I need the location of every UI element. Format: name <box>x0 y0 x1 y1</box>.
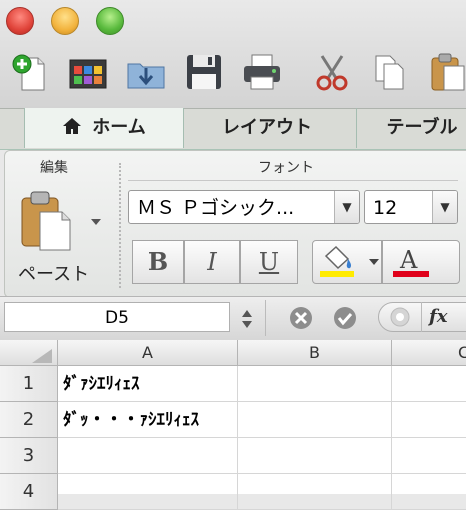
paint-bucket-icon <box>320 245 354 277</box>
font-name-select[interactable]: ＭＳ Ｐゴシック... ▼ <box>128 190 360 224</box>
tab-layout[interactable]: レイアウト <box>196 108 338 148</box>
italic-label: I <box>207 248 217 276</box>
fx-icon[interactable]: fx <box>429 303 447 331</box>
fill-color-button[interactable] <box>312 240 382 284</box>
cell-b1[interactable] <box>238 366 392 402</box>
paste-clipboard-icon[interactable] <box>428 52 466 92</box>
group-divider <box>119 163 121 288</box>
close-window-button[interactable] <box>6 7 34 35</box>
cancel-formula-icon[interactable] <box>288 305 314 331</box>
font-group-label: フォント <box>258 160 314 176</box>
cell-b2[interactable] <box>238 402 392 438</box>
row-header[interactable]: 4 <box>0 474 58 510</box>
cut-scissors-icon[interactable] <box>312 52 352 92</box>
fx-divider <box>421 302 422 332</box>
font-group-rule <box>128 180 458 181</box>
cell-a1[interactable]: ﾀﾞｧｼｴﾘｨｪｽ <box>58 366 238 402</box>
bold-button[interactable]: B <box>132 240 184 284</box>
chevron-down-icon[interactable] <box>90 218 102 226</box>
tab-table[interactable]: テーブル <box>356 108 466 148</box>
name-box-value: D5 <box>105 308 129 328</box>
cell-a2[interactable]: ﾀﾞｯ・・・ｧｼｴﾘｨｪｽ <box>58 402 238 438</box>
new-workbook-icon[interactable] <box>10 52 50 92</box>
edit-group-label: 編集 <box>40 160 68 176</box>
open-folder-icon[interactable] <box>126 52 166 92</box>
paste-clipboard-icon <box>21 191 71 251</box>
tab-table-label: テーブル <box>386 117 458 138</box>
templates-gallery-icon[interactable] <box>68 52 108 92</box>
save-disk-icon[interactable] <box>184 52 224 92</box>
paste-button[interactable]: ペースト <box>18 190 110 286</box>
zoom-window-button[interactable] <box>96 7 124 35</box>
font-name-value: ＭＳ Ｐゴシック... <box>137 197 295 219</box>
formula-builder-icon <box>390 307 410 327</box>
chevron-down-icon: ▼ <box>432 191 457 223</box>
font-color-button[interactable]: A <box>382 240 460 284</box>
name-box-stepper-icon[interactable] <box>240 308 254 330</box>
chevron-down-icon: ▼ <box>334 191 359 223</box>
print-icon[interactable] <box>242 52 282 92</box>
formula-toggle[interactable]: fx <box>378 302 466 332</box>
home-icon <box>63 118 82 134</box>
italic-button[interactable]: I <box>184 240 240 284</box>
underline-label: U <box>258 248 280 276</box>
paste-label: ペースト <box>18 264 90 285</box>
column-header-a[interactable]: A <box>58 340 238 366</box>
cell-c3[interactable] <box>392 438 466 474</box>
select-all-triangle-icon <box>32 349 52 363</box>
select-all-corner[interactable] <box>0 340 58 366</box>
cell-b3[interactable] <box>238 438 392 474</box>
column-header-c[interactable]: C <box>392 340 466 366</box>
tab-layout-label: レイアウト <box>222 117 312 138</box>
column-header-b[interactable]: B <box>238 340 392 366</box>
underline-button[interactable]: U <box>240 240 298 284</box>
font-color-icon: A <box>393 246 429 277</box>
font-size-select[interactable]: 12 ▼ <box>364 190 458 224</box>
cell-b4[interactable] <box>238 474 392 510</box>
copy-icon[interactable] <box>370 52 410 92</box>
tab-home-label: ホーム <box>92 117 146 138</box>
row-header[interactable]: 1 <box>0 366 58 402</box>
cell-c1[interactable] <box>392 366 466 402</box>
minimize-window-button[interactable] <box>51 7 79 35</box>
cell-c2[interactable] <box>392 402 466 438</box>
name-box[interactable]: D5 <box>4 302 230 332</box>
chevron-down-icon[interactable] <box>369 259 379 265</box>
bold-label: B <box>147 247 169 276</box>
tab-home[interactable]: ホーム <box>24 108 184 148</box>
svg-text:A: A <box>399 246 418 274</box>
cell-a3[interactable] <box>58 438 238 474</box>
enter-formula-icon[interactable] <box>332 305 358 331</box>
row-header[interactable]: 3 <box>0 438 58 474</box>
font-size-value: 12 <box>373 197 398 219</box>
cell-a4[interactable] <box>58 474 238 510</box>
cell-c4[interactable] <box>392 474 466 510</box>
row-header[interactable]: 2 <box>0 402 58 438</box>
formula-divider <box>265 300 266 336</box>
